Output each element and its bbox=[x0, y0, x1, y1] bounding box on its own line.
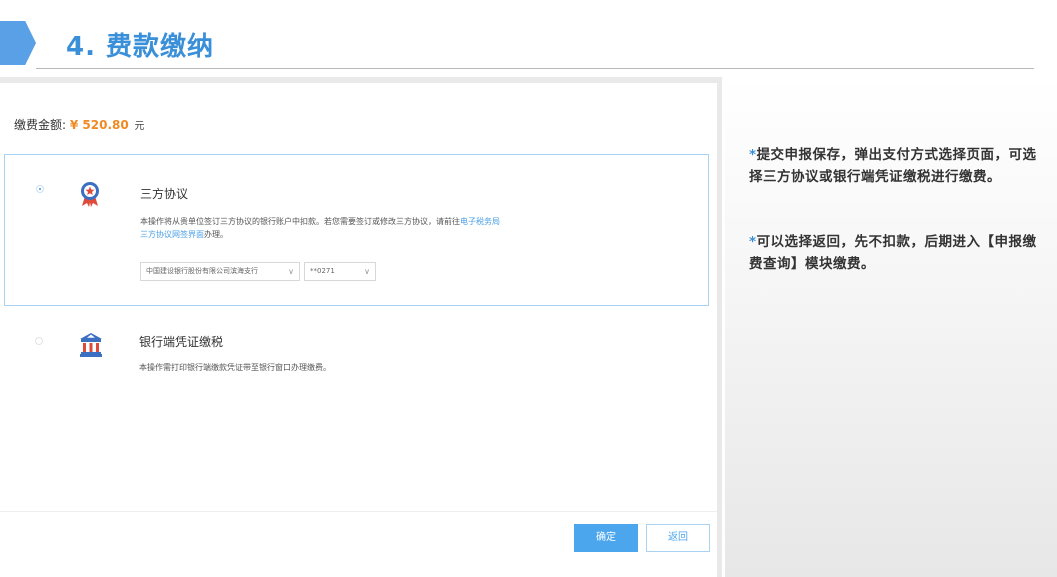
chevron-down-icon: ∨ bbox=[288, 267, 294, 276]
footer-divider bbox=[0, 511, 717, 512]
note-text: 可以选择返回，先不扣款，后期进入【申报缴费查询】模块缴费。 bbox=[749, 234, 1037, 272]
chevron-down-icon: ∨ bbox=[364, 267, 370, 276]
option-tripartite-agreement[interactable]: 三方协议 本操作将从贵单位签订三方协议的银行账户中扣款。若您需要签订或修改三方协… bbox=[4, 154, 709, 306]
option-bank-voucher[interactable]: 银行端凭证缴税 本操作需打印银行端缴款凭证带至银行窗口办理缴费。 bbox=[4, 323, 709, 393]
account-select[interactable]: **0271 ∨ bbox=[304, 262, 376, 281]
note-star: * bbox=[749, 234, 757, 250]
option-bank-voucher-title: 银行端凭证缴税 bbox=[139, 335, 224, 349]
back-button[interactable]: 返回 bbox=[646, 524, 710, 552]
note-star: * bbox=[749, 147, 757, 163]
bank-select[interactable]: 中国建设银行股份有限公司滨海支行 ∨ bbox=[140, 262, 300, 281]
payment-dialog: 缴费金额: ¥ 520.80 元 三方协议 本操作将从贵单位签订三方协议的银行账… bbox=[0, 83, 717, 577]
account-select-value: **0271 bbox=[310, 267, 335, 275]
note-text: 提交申报保存，弹出支付方式选择页面，可选择三方协议或银行端凭证缴税进行缴费。 bbox=[749, 147, 1037, 185]
header-tab-marker bbox=[0, 21, 36, 65]
option-tripartite-desc-text: 本操作将从贵单位签订三方协议的银行账户中扣款。若您需要签订或修改三方协议，请前往 bbox=[140, 217, 460, 226]
amount-unit: 元 bbox=[134, 121, 145, 132]
amount-value: ¥ 520.80 bbox=[69, 118, 129, 132]
option-tripartite-title: 三方协议 bbox=[140, 187, 189, 201]
option-tripartite-desc-tail: 办理。 bbox=[204, 230, 228, 239]
explanation-note-1: *提交申报保存，弹出支付方式选择页面，可选择三方协议或银行端凭证缴税进行缴费。 bbox=[749, 144, 1049, 188]
option-tripartite-radio[interactable] bbox=[36, 185, 44, 193]
bank-select-value: 中国建设银行股份有限公司滨海支行 bbox=[146, 267, 258, 275]
payment-dialog-frame: 缴费金额: ¥ 520.80 元 三方协议 本操作将从贵单位签订三方协议的银行账… bbox=[0, 77, 722, 577]
option-tripartite-description: 本操作将从贵单位签订三方协议的银行账户中扣款。若您需要签订或修改三方协议，请前往… bbox=[140, 215, 500, 241]
confirm-button[interactable]: 确定 bbox=[574, 524, 638, 552]
option-bank-voucher-description: 本操作需打印银行端缴款凭证带至银行窗口办理缴费。 bbox=[139, 363, 331, 372]
explanation-note-2: *可以选择返回，先不扣款，后期进入【申报缴费查询】模块缴费。 bbox=[749, 231, 1049, 275]
payment-amount-row: 缴费金额: ¥ 520.80 元 bbox=[14, 116, 145, 133]
bank-building-icon bbox=[80, 333, 102, 361]
ribbon-badge-icon bbox=[80, 181, 100, 211]
page-title: 4. 费款缴纳 bbox=[66, 32, 215, 62]
header-divider bbox=[36, 68, 1034, 69]
option-bank-voucher-radio[interactable] bbox=[35, 337, 43, 345]
amount-label: 缴费金额: bbox=[14, 118, 67, 132]
